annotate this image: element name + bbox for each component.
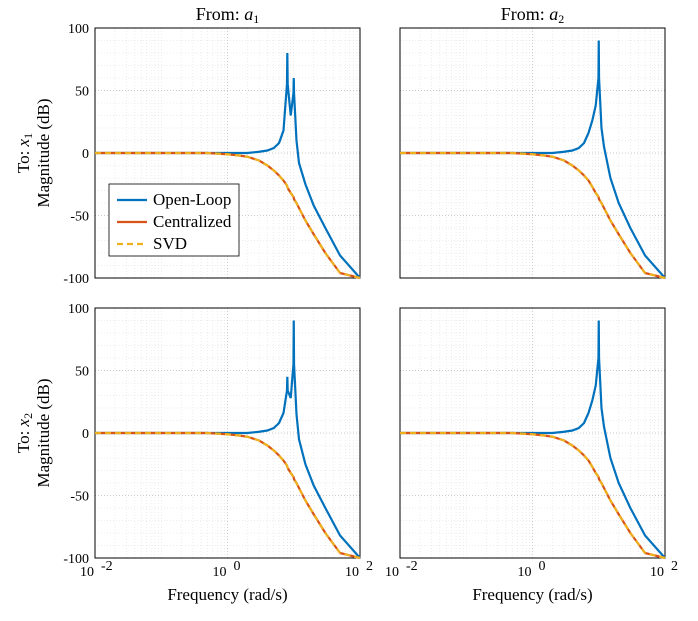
- svg-text:-2: -2: [406, 559, 418, 574]
- svg-text:10: 10: [518, 565, 532, 580]
- ytick-label: -50: [70, 210, 89, 225]
- ytick-label: 100: [68, 302, 89, 317]
- panel-title: From: a2: [501, 4, 565, 26]
- bode-magnitude-grid: -100-50050100From: a1To: x1Magnitude (dB…: [0, 0, 698, 621]
- xlabel: Frequency (rad/s): [472, 585, 592, 604]
- ytick-label: 50: [75, 365, 89, 380]
- ytick-label: 50: [75, 85, 89, 100]
- legend: Open-Loop Centralized SVD: [109, 184, 239, 256]
- ytick-label: 100: [68, 22, 89, 37]
- legend-entry: SVD: [153, 234, 187, 253]
- svg-text:10: 10: [345, 565, 359, 580]
- ytick-label: -100: [63, 272, 89, 287]
- ylabel-inner: Magnitude (dB): [34, 98, 53, 207]
- svg-text:10: 10: [385, 565, 399, 580]
- svg-text:2: 2: [671, 559, 678, 574]
- ytick-label: 0: [82, 427, 89, 442]
- ytick-label: 0: [82, 147, 89, 162]
- ylabel-outer: To: x1: [14, 133, 35, 173]
- panel-title: From: a1: [196, 4, 260, 26]
- svg-text:10: 10: [213, 565, 227, 580]
- svg-text:2: 2: [366, 559, 373, 574]
- svg-text:10: 10: [650, 565, 664, 580]
- xlabel: Frequency (rad/s): [167, 585, 287, 604]
- svg-text:0: 0: [539, 559, 546, 574]
- ytick-label: -50: [70, 490, 89, 505]
- legend-entry: Centralized: [153, 212, 232, 231]
- ylabel-inner: Magnitude (dB): [34, 378, 53, 487]
- svg-text:-2: -2: [101, 559, 113, 574]
- svg-text:0: 0: [234, 559, 241, 574]
- svg-text:10: 10: [80, 565, 94, 580]
- legend-entry: Open-Loop: [153, 190, 231, 209]
- ylabel-outer: To: x2: [14, 413, 35, 453]
